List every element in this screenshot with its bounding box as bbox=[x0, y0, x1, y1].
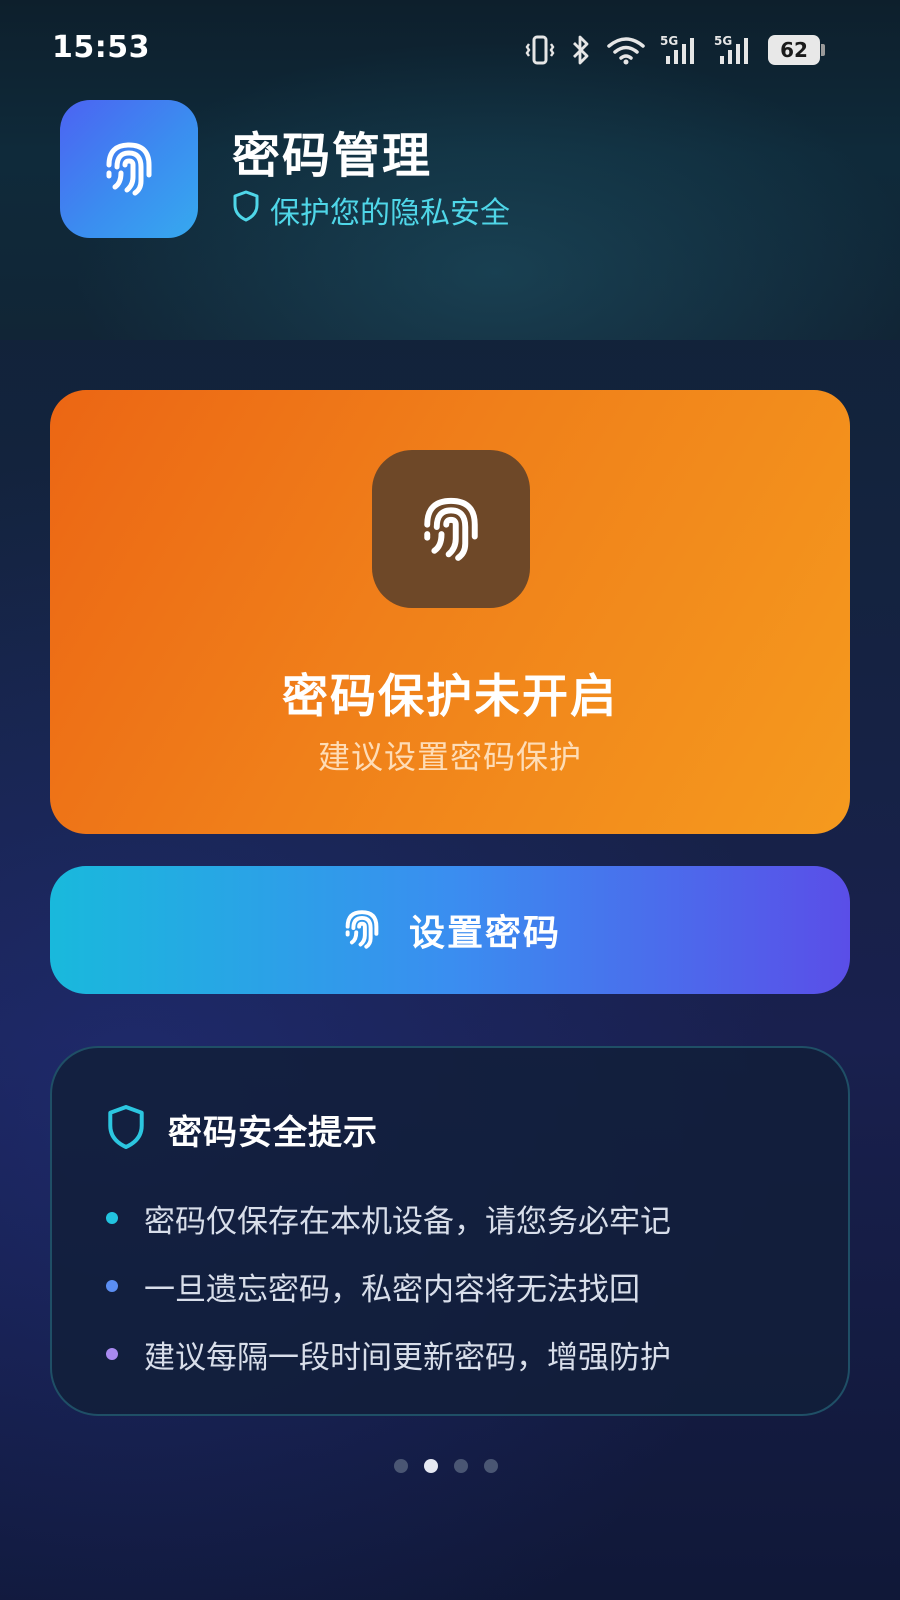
page-dot-active[interactable] bbox=[424, 1459, 438, 1473]
set-password-button[interactable]: 设置密码 bbox=[50, 866, 850, 994]
status-icon-tile bbox=[372, 450, 530, 608]
page-dot[interactable] bbox=[484, 1459, 498, 1473]
page-indicator bbox=[394, 1459, 498, 1475]
vibrate-icon bbox=[524, 35, 556, 65]
bullet-dot bbox=[106, 1348, 118, 1360]
tips-list: 密码仅保存在本机设备，请您务必牢记 一旦遗忘密码，私密内容将无法找回 建议每隔一… bbox=[106, 1184, 826, 1388]
protection-status-title: 密码保护未开启 bbox=[282, 669, 618, 723]
bullet-dot bbox=[106, 1212, 118, 1224]
status-bar: 15:53 5G 5G 62 bbox=[0, 0, 900, 100]
app-logo bbox=[60, 100, 198, 238]
page-dot[interactable] bbox=[394, 1459, 408, 1473]
tips-header: 密码安全提示 bbox=[106, 1104, 378, 1154]
tips-title: 密码安全提示 bbox=[168, 1112, 378, 1153]
list-item: 建议每隔一段时间更新密码，增强防护 bbox=[106, 1320, 826, 1388]
fingerprint-icon bbox=[97, 135, 161, 203]
list-item: 一旦遗忘密码，私密内容将无法找回 bbox=[106, 1252, 826, 1320]
security-tips-card: 密码安全提示 密码仅保存在本机设备，请您务必牢记 一旦遗忘密码，私密内容将无法找… bbox=[50, 1046, 850, 1416]
shield-icon bbox=[106, 1104, 146, 1154]
page-subtitle: 保护您的隐私安全 bbox=[232, 188, 510, 232]
signal-5g-icon: 5G bbox=[660, 34, 700, 66]
set-password-label: 设置密码 bbox=[408, 913, 561, 954]
bullet-dot bbox=[106, 1280, 118, 1292]
wifi-icon bbox=[606, 35, 646, 65]
fingerprint-icon bbox=[413, 489, 489, 569]
status-icons: 5G 5G 62 bbox=[524, 32, 825, 68]
page-title: 密码管理 bbox=[232, 128, 433, 184]
signal-5g-icon: 5G bbox=[714, 34, 754, 66]
status-time: 15:53 bbox=[52, 30, 150, 65]
page-dot[interactable] bbox=[454, 1459, 468, 1473]
fingerprint-icon bbox=[339, 905, 385, 955]
protection-status-hint: 建议设置密码保护 bbox=[317, 738, 582, 776]
subtitle-text: 保护您的隐私安全 bbox=[270, 196, 510, 231]
list-item: 密码仅保存在本机设备，请您务必牢记 bbox=[106, 1184, 826, 1252]
bluetooth-icon bbox=[570, 34, 592, 66]
tip-text: 建议每隔一段时间更新密码，增强防护 bbox=[144, 1339, 671, 1376]
battery-indicator: 62 bbox=[768, 35, 825, 65]
protection-status-card: 密码保护未开启 建议设置密码保护 bbox=[50, 390, 850, 834]
shield-icon bbox=[232, 190, 260, 230]
tip-text: 一旦遗忘密码，私密内容将无法找回 bbox=[144, 1271, 640, 1308]
tip-text: 密码仅保存在本机设备，请您务必牢记 bbox=[144, 1203, 671, 1240]
